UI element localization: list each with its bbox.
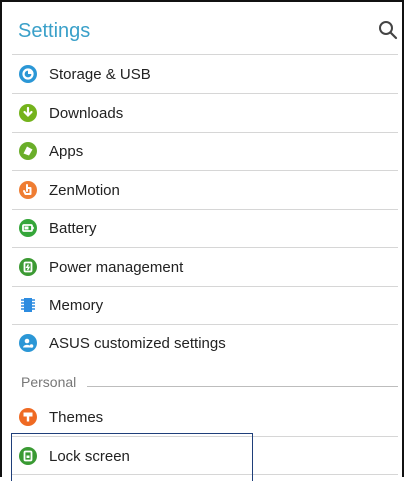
- highlight-box: [11, 433, 253, 481]
- settings-item-label: Apps: [49, 142, 84, 160]
- power-management-icon: [18, 257, 38, 277]
- settings-item-label: ASUS customized settings: [49, 334, 226, 352]
- page-title: Settings: [18, 20, 91, 42]
- settings-item-storage[interactable]: Storage & USB: [12, 55, 404, 93]
- settings-item-label: ZenMotion: [49, 181, 120, 199]
- settings-item-downloads[interactable]: Downloads: [12, 94, 404, 132]
- storage-icon: [18, 64, 38, 84]
- settings-item-label: Storage & USB: [49, 65, 151, 83]
- settings-item-battery[interactable]: Battery: [12, 209, 404, 247]
- header: Settings: [12, 14, 402, 54]
- battery-icon: [18, 218, 38, 238]
- memory-icon: [18, 295, 38, 315]
- settings-item-label: Themes: [49, 408, 104, 426]
- zenmotion-icon: [18, 180, 38, 200]
- settings-item-memory[interactable]: Memory: [12, 286, 404, 324]
- settings-item-zenmotion[interactable]: ZenMotion: [12, 171, 404, 209]
- settings-item-power-management[interactable]: Power management: [12, 248, 404, 286]
- settings-item-label: Battery: [49, 219, 97, 237]
- themes-icon: [18, 407, 38, 427]
- asus-settings-icon: [18, 333, 38, 353]
- download-icon: [18, 103, 38, 123]
- settings-item-apps[interactable]: Apps: [12, 132, 404, 170]
- section-divider: [87, 386, 398, 387]
- search-icon[interactable]: [378, 20, 398, 40]
- settings-item-label: Downloads: [49, 104, 124, 122]
- settings-item-asus-customized[interactable]: ASUS customized settings: [12, 324, 404, 362]
- settings-screen: Settings Storage & USB Downloads Apps Ze: [0, 0, 404, 481]
- settings-item-label: Memory: [49, 296, 104, 314]
- settings-item-label: Power management: [49, 258, 184, 276]
- settings-item-themes[interactable]: Themes: [12, 398, 404, 436]
- section-header-personal: Personal: [21, 374, 77, 390]
- apps-icon: [18, 141, 38, 161]
